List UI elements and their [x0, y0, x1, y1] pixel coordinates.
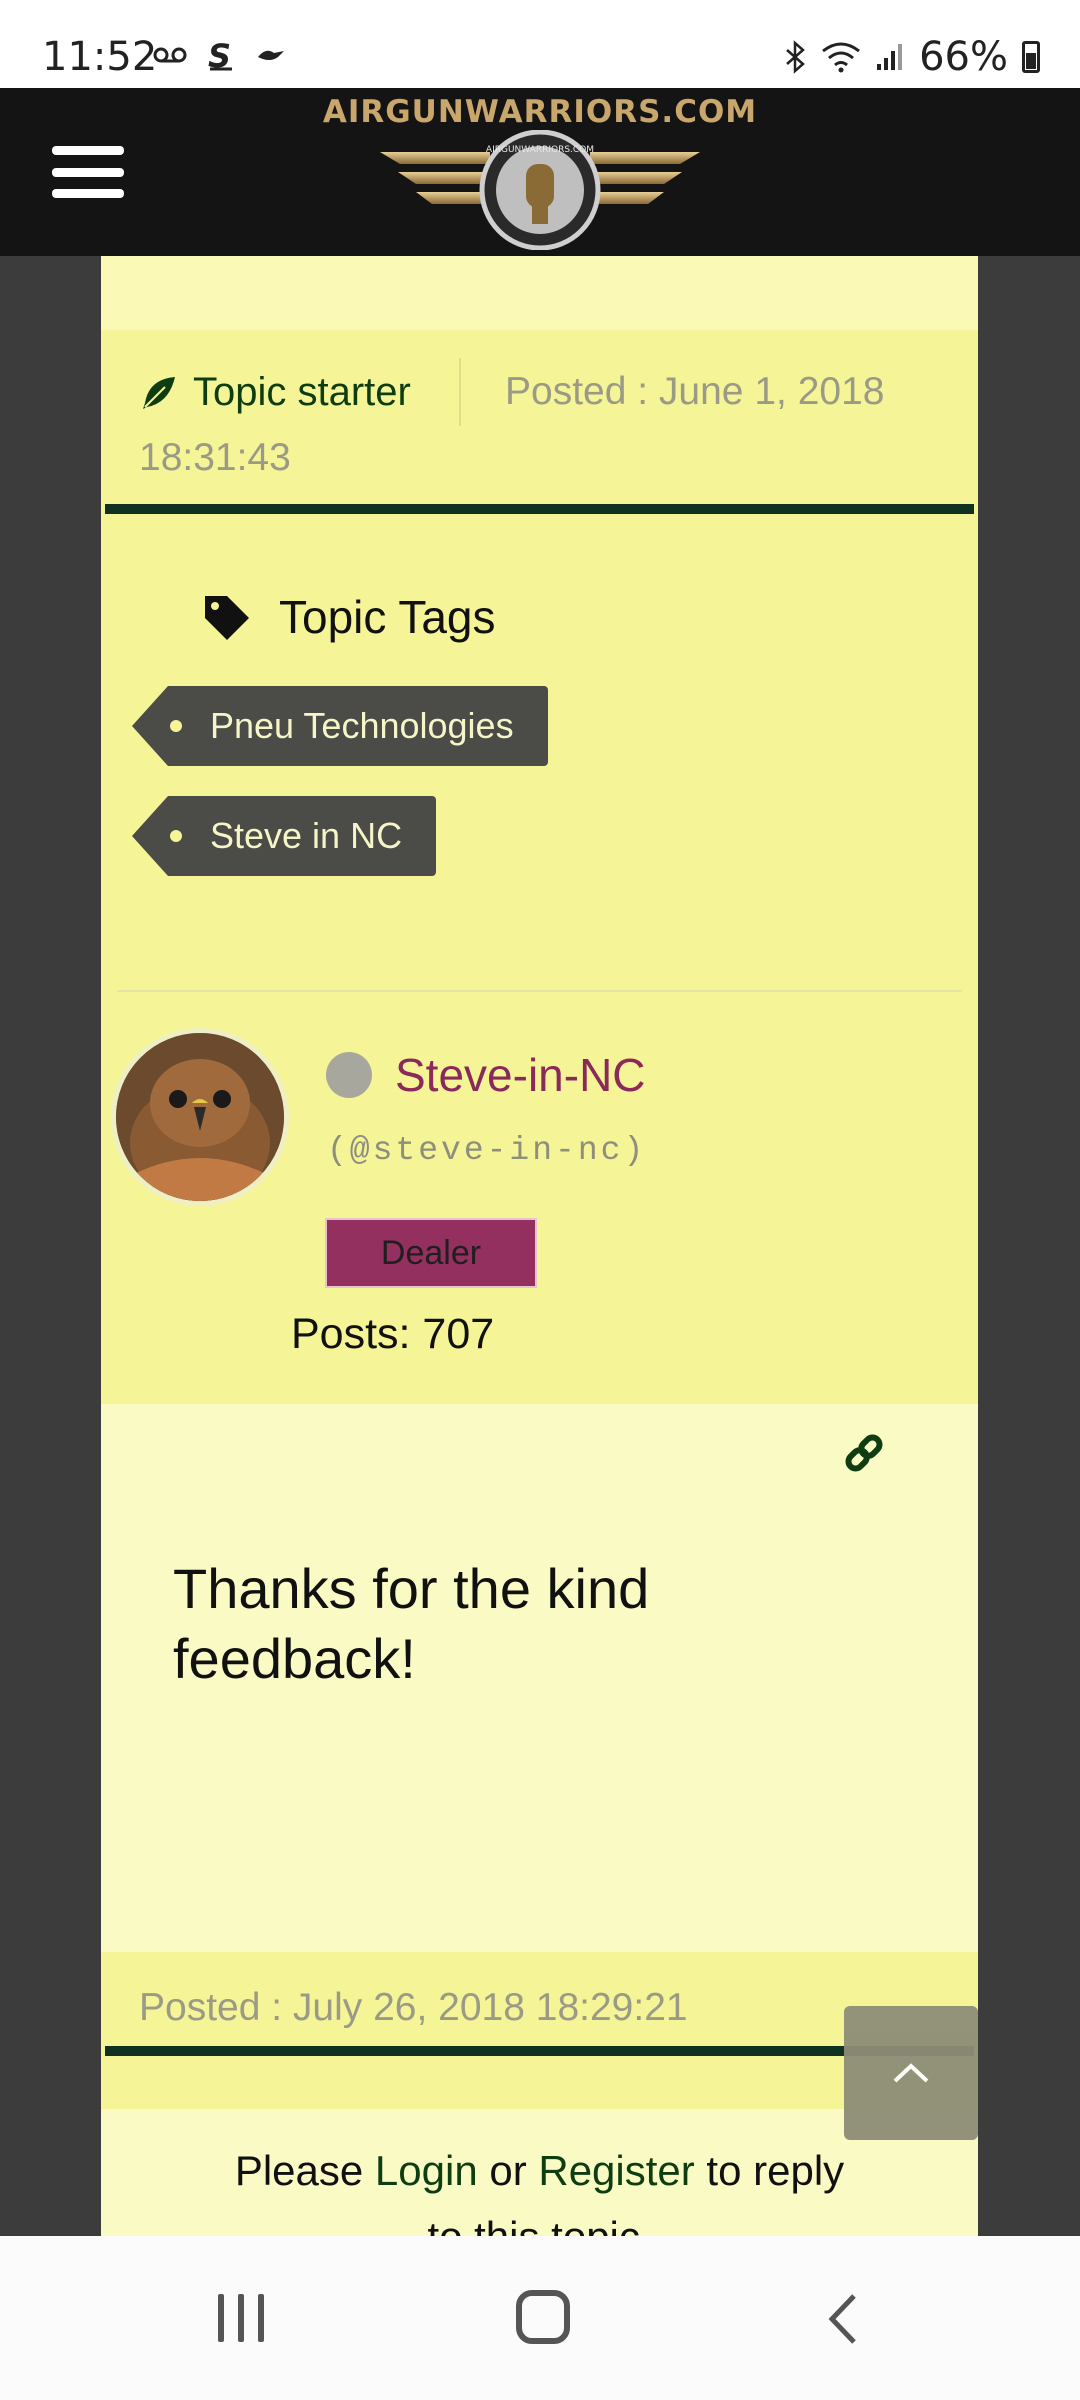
tag-pneu-technologies[interactable]: Pneu Technologies	[132, 686, 548, 766]
post-divider-line	[105, 504, 974, 514]
forum-content: Topic starter Posted : June 1, 2018 18:3…	[101, 256, 978, 2236]
status-right: 66%	[783, 34, 1040, 80]
site-header: AIRGUNWARRIORS.COM AIRGUNWARRIORS.COM	[0, 88, 1080, 256]
login-middle: or	[477, 2147, 539, 2194]
author-handle: (@steve-in-nc)	[327, 1132, 647, 1169]
system-navigation-bar	[0, 2236, 1080, 2400]
back-button[interactable]	[826, 2292, 860, 2346]
tag-steve-in-nc[interactable]: Steve in NC	[131, 796, 437, 876]
site-logo-emblem-icon[interactable]: AIRGUNWARRIORS.COM	[380, 130, 700, 250]
posted-time-1: 18:31:43	[139, 436, 291, 479]
status-bar: 11:52 S 66%	[0, 0, 1080, 88]
home-button[interactable]	[516, 2290, 570, 2344]
tag-label: Steve in NC	[210, 815, 403, 856]
svg-text:S: S	[208, 38, 231, 72]
signal-icon	[877, 44, 903, 70]
post-body: Thanks for the kind feedback!	[101, 1404, 978, 1952]
hawk-avatar-image	[116, 1033, 284, 1201]
author-username[interactable]: Steve-in-NC	[395, 1048, 646, 1102]
login-prefix: Please	[234, 2147, 375, 2194]
first-post-meta: Topic starter Posted : June 1, 2018 18:3…	[101, 330, 978, 510]
chevron-up-icon	[893, 2063, 929, 2083]
tag-label: Pneu Technologies	[210, 705, 514, 746]
battery-icon	[1022, 41, 1040, 73]
topic-starter-label: Topic starter	[139, 370, 411, 415]
register-link[interactable]: Register	[538, 2147, 694, 2194]
voicemail-icon	[153, 47, 187, 63]
bluetooth-icon	[786, 40, 805, 74]
login-prompt-line-2: to this topic.	[101, 2213, 978, 2236]
previous-post-tail	[101, 256, 978, 330]
posted-date-1: Posted : June 1, 2018	[505, 370, 885, 413]
status-left-icons: S	[152, 38, 286, 72]
recent-apps-button[interactable]	[218, 2294, 264, 2342]
site-logo-text[interactable]: AIRGUNWARRIORS.COM	[0, 94, 1080, 130]
avatar[interactable]	[111, 1028, 289, 1206]
tag-icon	[205, 596, 249, 640]
wifi-icon	[822, 42, 861, 73]
raven-app-icon	[258, 50, 284, 60]
section-separator	[117, 990, 962, 992]
topic-tags-header: Topic Tags	[201, 590, 496, 644]
posted-date-2: Posted : July 26, 2018 18:29:21	[139, 1986, 688, 2029]
emblem-text: AIRGUNWARRIORS.COM	[486, 145, 594, 155]
s-app-icon: S	[208, 38, 232, 72]
meta-divider	[459, 358, 461, 426]
author-post-count: Posts: 707	[291, 1310, 495, 1358]
tag-dot	[170, 830, 182, 842]
login-prompt-line: Please Login or Register to reply	[101, 2147, 978, 2195]
dealer-badge: Dealer	[325, 1218, 537, 1288]
battery-percent: 66%	[919, 34, 1008, 80]
online-status-indicator	[326, 1052, 372, 1098]
scroll-to-top-button[interactable]	[844, 2006, 978, 2140]
permalink-icon[interactable]	[841, 1430, 887, 1476]
feather-icon	[143, 376, 175, 409]
login-link[interactable]: Login	[375, 2147, 478, 2194]
topic-tags-title: Topic Tags	[279, 591, 496, 643]
login-suffix: to reply	[694, 2147, 845, 2194]
hamburger-menu-icon[interactable]	[52, 146, 124, 198]
status-time: 11:52	[42, 34, 158, 80]
topic-starter-text: Topic starter	[193, 370, 411, 414]
post-text: Thanks for the kind feedback!	[173, 1557, 650, 1690]
tag-dot	[170, 720, 182, 732]
